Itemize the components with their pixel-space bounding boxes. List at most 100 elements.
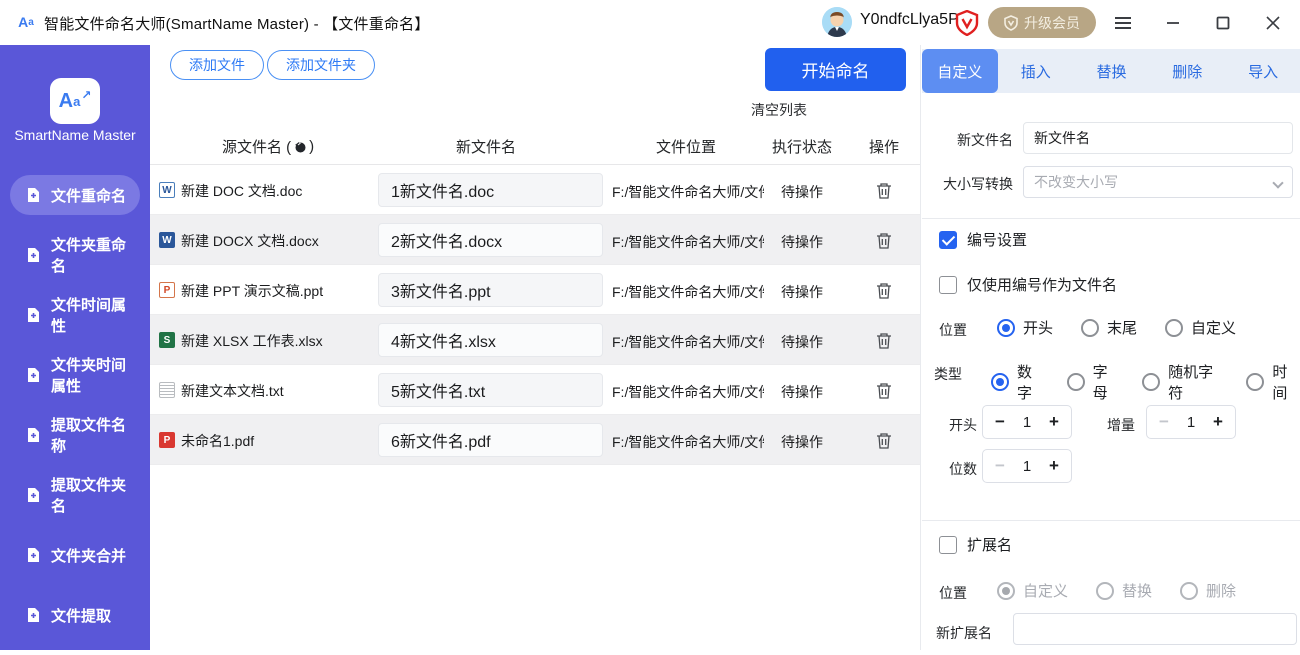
tab-replace[interactable]: 替换 [1074,49,1150,93]
brand-name: SmartName Master [0,127,150,143]
sidebar: Aa↗ SmartName Master 文件重命名 文件夹重命名 文件时间属性… [0,45,150,650]
radio-icon[interactable] [1246,373,1264,391]
extension-checkbox[interactable]: 扩展名 [939,534,1012,555]
minus-icon[interactable]: − [1156,412,1172,432]
radio-ext-custom[interactable]: 自定义 [997,580,1068,601]
radio-ext-replace[interactable]: 替换 [1096,580,1152,601]
plus-icon[interactable]: + [1046,412,1062,432]
sidebar-item-label: 文件提取 [51,605,111,626]
radio-icon[interactable] [1081,319,1099,337]
sidebar-item-folder-rename[interactable]: 文件夹重命名 [10,235,140,275]
sidebar-item-file-rename[interactable]: 文件重命名 [10,175,140,215]
clear-list-button[interactable]: 清空列表 [751,100,807,120]
only-number-checkbox[interactable]: 仅使用编号作为文件名 [939,274,1117,295]
radio-type-random[interactable]: 随机字符 [1142,361,1224,403]
checkbox-unchecked-icon[interactable] [939,536,957,554]
radio-type-time[interactable]: 时间 [1246,361,1300,403]
delete-row-icon[interactable] [876,182,892,199]
sidebar-item-file-extract[interactable]: 文件提取 [10,595,140,635]
start-number-value[interactable]: 1 [1023,414,1031,431]
tab-custom[interactable]: 自定义 [922,49,998,93]
close-icon[interactable] [1262,12,1284,34]
type-radio-group: 数字 字母 随机字符 时间 [991,361,1300,403]
app-window: Aa 智能文件命名大师(SmartName Master) - 【文件重命名】 … [0,0,1300,650]
panel-new-name-input[interactable] [1023,122,1293,154]
sidebar-item-file-time[interactable]: 文件时间属性 [10,295,140,335]
sidebar-item-folder-merge[interactable]: 文件夹合并 [10,535,140,575]
new-name-input[interactable] [378,173,603,207]
delete-row-icon[interactable] [876,332,892,349]
column-source-name: 源文件名 ( ) [222,136,314,157]
case-convert-select[interactable]: 不改变大小写 [1023,166,1293,198]
tab-delete[interactable]: 删除 [1149,49,1225,93]
case-convert-label: 大小写转换 [936,174,1013,194]
upgrade-vip-button[interactable]: 升级会员 [988,7,1096,38]
table-row: P 新建 PPT 演示文稿.ppt F:/智能文件命名大师/文件/新 待操作 [150,265,920,315]
new-name-input[interactable] [378,323,603,357]
new-name-label: 新文件名 [936,130,1013,150]
add-folder-button[interactable]: 添加文件夹 [267,50,375,80]
sidebar-item-extract-filename[interactable]: 提取文件名称 [10,415,140,455]
source-filename: 新建 XLSX 工作表.xlsx [181,331,323,351]
radio-ext-delete[interactable]: 删除 [1180,580,1236,601]
radio-icon[interactable] [1067,373,1085,391]
file-location: F:/智能文件命名大师/文件/未 [612,432,764,452]
increment-stepper: − 1 + [1146,405,1236,439]
delete-row-icon[interactable] [876,382,892,399]
radio-type-letter[interactable]: 字母 [1067,361,1121,403]
radio-selected-icon[interactable] [991,373,1009,391]
only-number-label: 仅使用编号作为文件名 [967,274,1117,295]
plus-icon[interactable]: + [1210,412,1226,432]
radio-position-end[interactable]: 末尾 [1081,317,1137,338]
radio-position-start[interactable]: 开头 [997,317,1053,338]
radio-icon[interactable] [1165,319,1183,337]
file-icon [26,427,41,443]
new-name-input[interactable] [378,373,603,407]
radio-disabled-icon[interactable] [1096,582,1114,600]
radio-disabled-selected-icon[interactable] [997,582,1015,600]
new-name-input[interactable] [378,423,603,457]
upgrade-label: 升级会员 [1024,13,1080,33]
new-name-input[interactable] [378,223,603,257]
new-name-input[interactable] [378,273,603,307]
file-icon [26,187,41,203]
window-title: 智能文件命名大师(SmartName Master) - 【文件重命名】 [44,13,430,34]
new-ext-input[interactable] [1013,613,1297,645]
minus-icon[interactable]: − [992,456,1008,476]
tab-insert[interactable]: 插入 [998,49,1074,93]
sidebar-item-folder-time[interactable]: 文件夹时间属性 [10,355,140,395]
menu-icon[interactable] [1112,12,1134,34]
sort-icon[interactable] [294,141,306,153]
radio-position-custom[interactable]: 自定义 [1165,317,1236,338]
maximize-icon[interactable] [1212,12,1234,34]
delete-row-icon[interactable] [876,282,892,299]
checkbox-checked-icon[interactable] [939,231,957,249]
minus-icon[interactable]: − [992,412,1008,432]
plus-icon[interactable]: + [1046,456,1062,476]
numbering-checkbox[interactable]: 编号设置 [939,229,1027,250]
increment-value[interactable]: 1 [1187,414,1195,431]
start-rename-button[interactable]: 开始命名 [765,48,906,91]
status-text: 待操作 [762,382,842,402]
sidebar-nav: 文件重命名 文件夹重命名 文件时间属性 文件夹时间属性 提取文件名称 提取文件夹… [0,175,150,655]
radio-icon[interactable] [1142,373,1160,391]
tab-import[interactable]: 导入 [1225,49,1300,93]
position-label: 位置 [939,320,967,340]
add-file-button[interactable]: 添加文件 [170,50,264,80]
delete-row-icon[interactable] [876,232,892,249]
radio-selected-icon[interactable] [997,319,1015,337]
source-filename: 新建文本文档.txt [181,381,284,401]
source-filename: 未命名1.pdf [181,431,254,451]
sidebar-item-extract-foldername[interactable]: 提取文件夹名 [10,475,140,515]
checkbox-unchecked-icon[interactable] [939,276,957,294]
digits-value[interactable]: 1 [1023,458,1031,475]
user-avatar[interactable] [822,7,852,37]
minimize-icon[interactable] [1162,12,1184,34]
file-icon [26,307,41,323]
file-icon [26,487,41,503]
numbering-label: 编号设置 [967,229,1027,250]
radio-type-number[interactable]: 数字 [991,361,1045,403]
vip-badge-icon [955,10,979,36]
delete-row-icon[interactable] [876,432,892,449]
radio-disabled-icon[interactable] [1180,582,1198,600]
